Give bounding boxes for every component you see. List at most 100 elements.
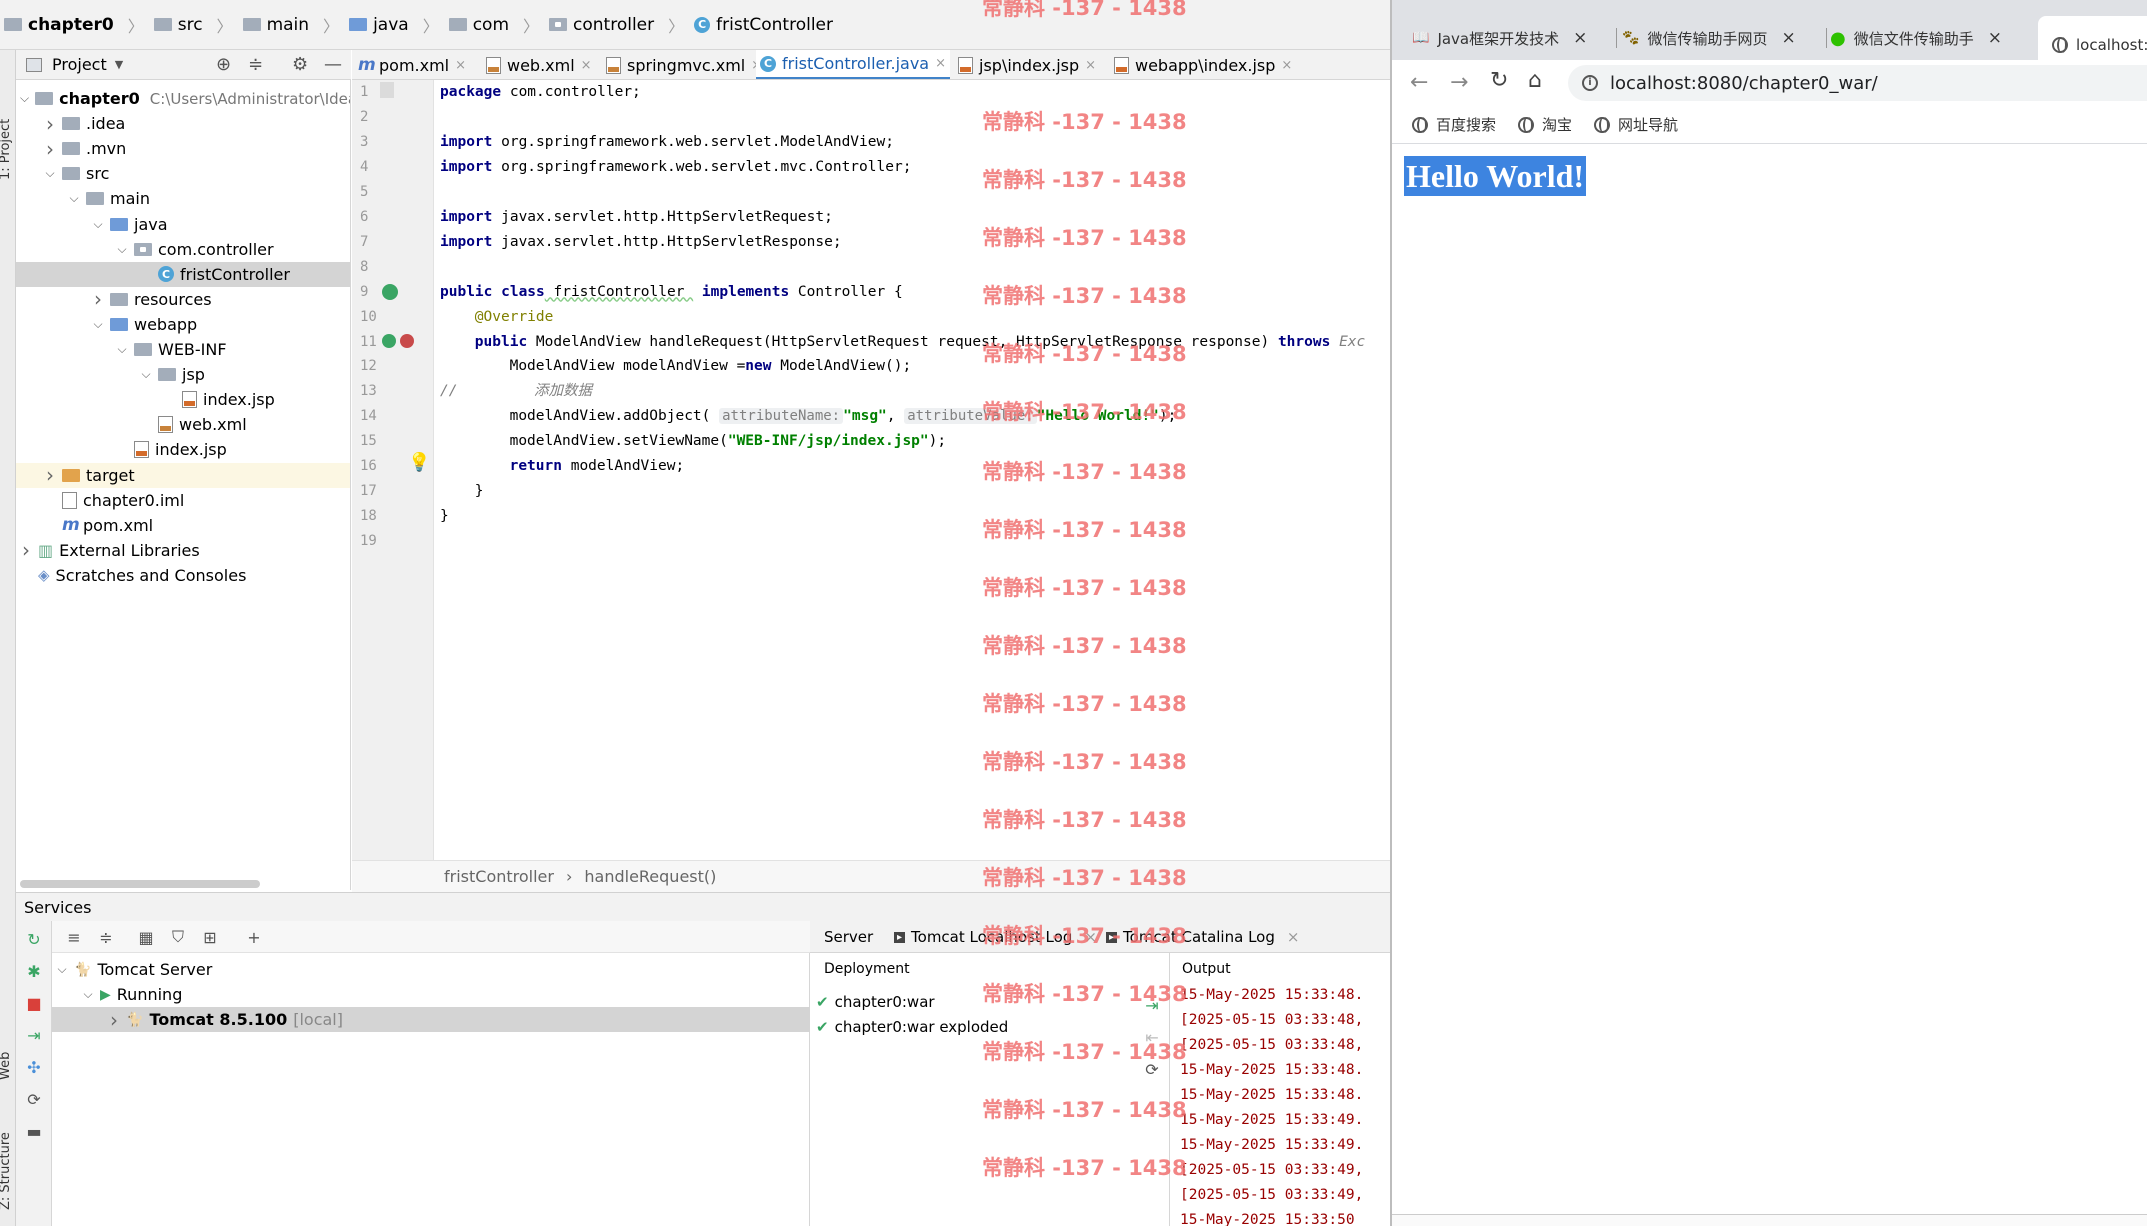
site-info-icon[interactable]: i xyxy=(1582,75,1598,91)
tree-item[interactable]: index.jsp xyxy=(16,387,350,412)
breadcrumb-item[interactable]: main 〉 xyxy=(242,13,339,37)
breadcrumb-item[interactable]: CfristController xyxy=(694,15,833,35)
tree-item[interactable]: CfristController xyxy=(16,261,350,287)
breadcrumb-label[interactable]: com xyxy=(473,15,509,35)
implements-gutter-icon[interactable] xyxy=(382,284,398,300)
editor-tab-label[interactable]: fristController.java xyxy=(782,54,929,73)
close-icon[interactable]: × xyxy=(1281,58,1292,73)
chevron-down-icon[interactable]: ⌵ xyxy=(92,317,104,332)
breadcrumb-label[interactable]: chapter0 xyxy=(28,15,114,35)
override-gutter-icon[interactable] xyxy=(382,334,396,348)
chevron-right-icon[interactable]: › xyxy=(92,287,104,311)
browser-tab[interactable]: 📖 Java框架开发技术 × xyxy=(1412,20,1612,56)
collapse-all-icon[interactable]: ≑ xyxy=(98,928,114,947)
address-bar[interactable]: i localhost:8080/chapter0_war/ xyxy=(1568,65,2147,101)
collapse-all-icon[interactable]: ≑ xyxy=(248,54,263,75)
tree-item[interactable]: ⌵ java xyxy=(16,212,350,237)
browser-tab[interactable]: 🐾 微信传输助手网页 × xyxy=(1622,20,1822,56)
chevron-down-icon[interactable]: ⌵ xyxy=(82,987,94,1002)
tree-item[interactable]: ◈ Scratches and Consoles xyxy=(16,563,350,588)
tree-item[interactable]: m pom.xml xyxy=(16,513,350,538)
chevron-right-icon[interactable]: › xyxy=(44,137,56,161)
breadcrumb-label[interactable]: main xyxy=(267,15,309,35)
deployment-item[interactable]: ✔ chapter0:war xyxy=(816,989,935,1014)
chevron-down-icon[interactable]: ⌵ xyxy=(56,962,68,977)
chevron-down-icon[interactable]: ⌵ xyxy=(116,342,128,357)
bookmark-item[interactable]: 网址导航 xyxy=(1594,114,1678,135)
chevron-down-icon[interactable]: ▼ xyxy=(115,58,123,71)
bookmark-label[interactable]: 网址导航 xyxy=(1618,114,1678,135)
tree-item[interactable]: index.jsp xyxy=(16,437,350,462)
bookmark-label[interactable]: 淘宝 xyxy=(1542,114,1572,135)
service-item[interactable]: ⌵ ▶ Running xyxy=(52,982,810,1007)
forward-icon[interactable]: → xyxy=(1450,70,1468,95)
tree-item[interactable]: › .idea xyxy=(16,111,350,136)
editor-tab-label[interactable]: jsp\index.jsp xyxy=(979,56,1079,75)
reload-icon[interactable]: ↻ xyxy=(1490,68,1508,93)
editor-tab[interactable]: CfristController.java × xyxy=(756,50,951,79)
tree-item[interactable]: ⌵ chapter0 C:\Users\Administrator\IdeaP xyxy=(16,86,350,111)
gear-icon[interactable]: ⚙ xyxy=(292,54,308,75)
code-crumb-item[interactable]: fristController xyxy=(444,867,554,886)
breadcrumb-item[interactable]: controller 〉 xyxy=(549,13,684,37)
close-icon[interactable]: × xyxy=(1287,928,1300,946)
expand-all-icon[interactable]: ≡ xyxy=(66,928,82,947)
breadcrumb-label[interactable]: fristController xyxy=(716,15,833,35)
tree-item[interactable]: › resources xyxy=(16,287,350,312)
web-tool-label[interactable]: Web xyxy=(0,1052,13,1080)
editor-tab-label[interactable]: web.xml xyxy=(507,56,575,75)
tree-item[interactable]: chapter0.iml xyxy=(16,488,350,513)
editor-tab[interactable]: m pom.xml × xyxy=(354,50,470,79)
layout-icon[interactable]: ▬ xyxy=(26,1122,42,1141)
bookmark-item[interactable]: 百度搜索 xyxy=(1412,114,1496,135)
editor-tab[interactable]: jsp\index.jsp × xyxy=(954,50,1100,79)
editor-tab[interactable]: web.xml × xyxy=(482,50,596,79)
minimize-icon[interactable]: — xyxy=(324,54,342,75)
tree-item[interactable]: ⌵ jsp xyxy=(16,362,350,387)
breadcrumb-item[interactable]: java 〉 xyxy=(349,13,439,37)
update-icon[interactable]: ✣ xyxy=(26,1058,42,1077)
browser-tab-label[interactable]: localhost:80 xyxy=(2076,36,2147,54)
home-icon[interactable]: ⌂ xyxy=(1528,68,1542,93)
bookmark-label[interactable]: 百度搜索 xyxy=(1436,114,1496,135)
browser-tab-label[interactable]: 微信传输助手网页 xyxy=(1647,28,1767,49)
chevron-down-icon[interactable]: ⌵ xyxy=(20,91,29,106)
code-editor[interactable]: package com.controller; import org.spring… xyxy=(434,80,1390,860)
debug-icon[interactable]: ✱ xyxy=(26,962,42,981)
close-icon[interactable]: × xyxy=(1781,28,1795,48)
chevron-right-icon[interactable]: › xyxy=(44,463,56,487)
deployment-item[interactable]: ✔ chapter0:war exploded xyxy=(816,1014,1008,1039)
new-tab-icon[interactable]: ⊞ xyxy=(202,928,218,947)
breadcrumb-label[interactable]: java xyxy=(373,15,409,35)
chevron-right-icon[interactable]: › xyxy=(44,112,56,136)
breadcrumb-label[interactable]: controller xyxy=(573,15,654,35)
refresh-icon[interactable]: ⟳ xyxy=(26,1090,42,1109)
tree-item[interactable]: › .mvn xyxy=(16,136,350,161)
tree-item[interactable]: ⌵ webapp xyxy=(16,312,350,337)
chevron-down-icon[interactable]: ⌵ xyxy=(116,242,128,257)
editor-tab-label[interactable]: springmvc.xml xyxy=(627,56,745,75)
code-crumb-item[interactable]: handleRequest() xyxy=(584,867,716,886)
close-icon[interactable]: × xyxy=(1573,28,1587,48)
chevron-down-icon[interactable]: ⌵ xyxy=(68,191,80,206)
bookmark-item[interactable]: 淘宝 xyxy=(1518,114,1572,135)
add-service-icon[interactable]: + xyxy=(246,928,262,947)
tree-item[interactable]: › ▥ External Libraries xyxy=(16,538,350,563)
close-icon[interactable]: × xyxy=(1988,28,2002,48)
locate-icon[interactable]: ⊕ xyxy=(216,54,231,75)
group-by-icon[interactable]: ▦ xyxy=(138,928,154,947)
stop-icon[interactable]: ■ xyxy=(26,994,42,1013)
tree-item[interactable]: ⌵ src xyxy=(16,161,350,186)
tree-item[interactable]: ⌵ com.controller xyxy=(16,237,350,262)
chevron-down-icon[interactable]: ⌵ xyxy=(92,217,104,232)
editor-tab-label[interactable]: webapp\index.jsp xyxy=(1135,56,1275,75)
browser-tab-label[interactable]: 微信文件传输助手 xyxy=(1854,28,1974,49)
close-icon[interactable]: × xyxy=(581,58,592,73)
chevron-down-icon[interactable]: ⌵ xyxy=(140,367,152,382)
breakpoint-gutter-icon[interactable] xyxy=(400,334,414,348)
editor-tab-label[interactable]: pom.xml xyxy=(379,56,449,75)
close-icon[interactable]: × xyxy=(935,56,946,71)
server-tab-label[interactable]: Server xyxy=(824,928,873,946)
rerun-icon[interactable]: ↻ xyxy=(26,930,42,949)
filter-icon[interactable]: ⛉ xyxy=(170,927,186,946)
